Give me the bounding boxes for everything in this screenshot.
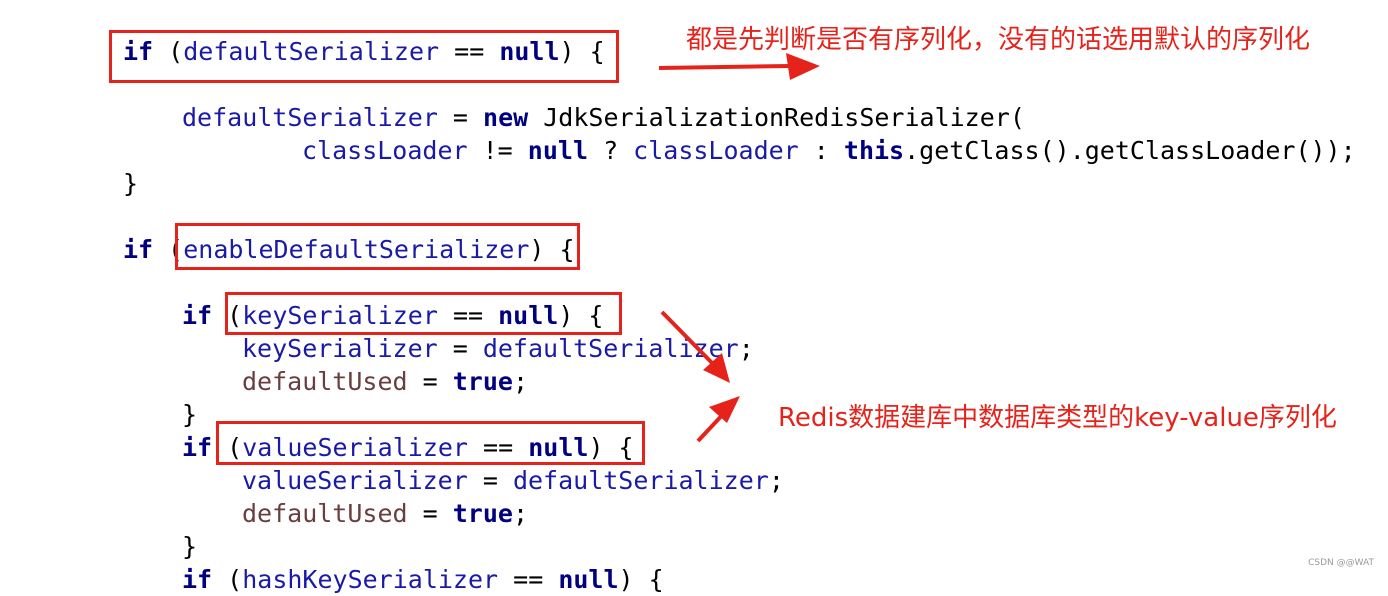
highlight-box-enable-default xyxy=(175,223,580,270)
highlight-box-key-serializer xyxy=(225,292,622,335)
annotation-right: Redis数据建库中数据库类型的key-value序列化 xyxy=(778,403,1337,433)
code-text: JdkSerializationRedisSerializer( xyxy=(528,103,1025,132)
code-local: defaultUsed xyxy=(242,367,408,396)
code-text: = xyxy=(467,466,513,495)
code-line: keySerializer = defaultSerializer; xyxy=(242,332,754,365)
code-text: ; xyxy=(512,499,529,528)
code-text: ) { xyxy=(618,565,664,594)
code-text: .getClass().getClassLoader()); xyxy=(904,136,1356,165)
code-field: hashKeySerializer xyxy=(242,565,499,594)
code-keyword: if xyxy=(182,301,213,330)
code-keyword: true xyxy=(452,367,513,396)
code-keyword: true xyxy=(452,499,513,528)
code-text: : xyxy=(798,136,844,165)
code-line: defaultSerializer = new JdkSerialization… xyxy=(182,101,1025,134)
code-field: classLoader xyxy=(633,136,799,165)
code-text: ( xyxy=(212,565,243,594)
code-field: defaultSerializer xyxy=(512,466,769,495)
code-line: valueSerializer = defaultSerializer; xyxy=(242,464,784,497)
code-line: defaultUsed = true; xyxy=(242,365,528,398)
code-line: } xyxy=(123,167,138,200)
code-line: classLoader != null ? classLoader : this… xyxy=(302,134,1356,167)
code-field: classLoader xyxy=(302,136,468,165)
code-editor: if (defaultSerializer == null) { default… xyxy=(0,0,1388,594)
code-line: } xyxy=(182,530,197,563)
annotation-top: 都是先判断是否有序列化，没有的话选用默认的序列化 xyxy=(686,25,1311,55)
code-text: } xyxy=(182,400,198,429)
code-text: ; xyxy=(768,466,784,495)
code-field: defaultSerializer xyxy=(482,334,739,363)
code-keyword: this xyxy=(843,136,905,165)
code-text: == xyxy=(498,565,559,594)
code-line: } xyxy=(182,398,197,431)
code-line: defaultUsed = true; xyxy=(242,497,528,530)
watermark: CSDN @@WAT xyxy=(1308,558,1374,568)
code-keyword: null xyxy=(527,136,589,165)
code-text: = xyxy=(437,103,484,132)
code-keyword: if xyxy=(123,235,154,264)
code-text: = xyxy=(407,499,453,528)
code-keyword: if xyxy=(182,433,213,462)
code-keyword: if xyxy=(182,565,213,594)
code-keyword: new xyxy=(483,103,529,132)
code-text: != xyxy=(467,136,528,165)
code-field: keySerializer xyxy=(242,334,438,363)
code-field: defaultSerializer xyxy=(182,103,438,132)
code-keyword: null xyxy=(558,565,619,594)
code-text: = xyxy=(437,334,483,363)
code-text: ; xyxy=(512,367,529,396)
code-text: } xyxy=(182,532,198,561)
code-local: defaultUsed xyxy=(242,499,408,528)
highlight-box-default-serializer xyxy=(109,30,619,83)
code-text: } xyxy=(123,169,139,198)
code-text: ? xyxy=(588,136,634,165)
code-text: ; xyxy=(738,334,754,363)
highlight-box-value-serializer xyxy=(216,421,645,465)
code-text: = xyxy=(407,367,453,396)
code-line: if (hashKeySerializer == null) { xyxy=(182,563,664,596)
code-field: valueSerializer xyxy=(242,466,468,495)
